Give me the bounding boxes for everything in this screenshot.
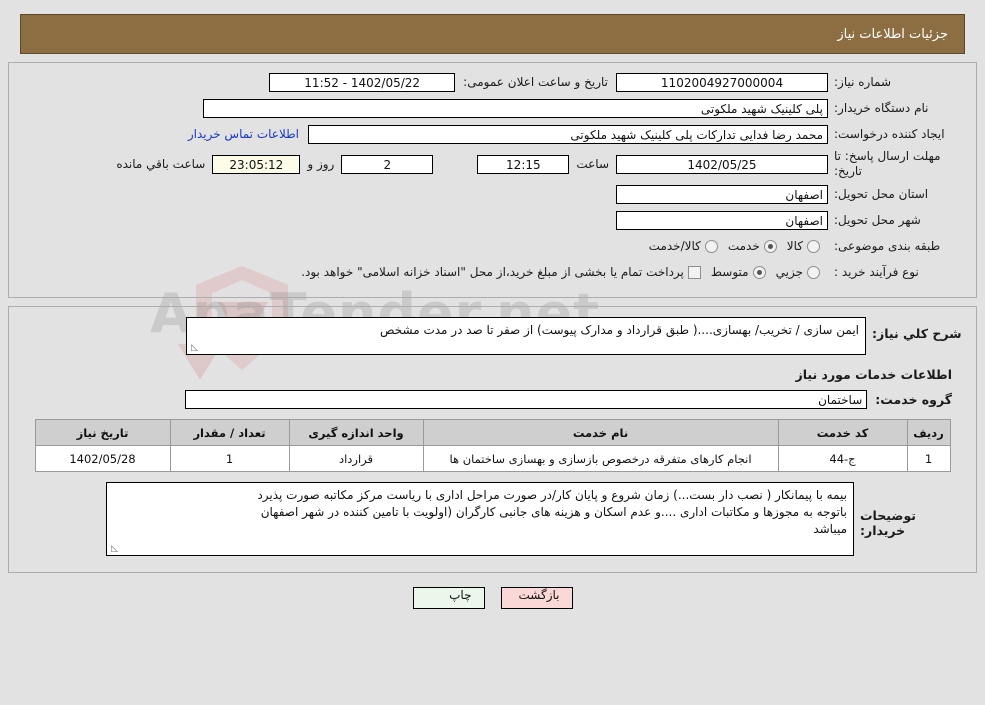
creator-field: محمد رضا فدایی تدارکات پلی کلینیک شهید م… xyxy=(308,124,828,144)
radio-classification-kala-khedmat-label: کالا/خدمت xyxy=(648,239,701,253)
row-deadline: مهلت ارسال پاسخ: تا تاریخ: 1402/05/25 سا… xyxy=(21,149,964,179)
row-process-type: نوع فرآیند خرید : جزیي متوسط پرداخت تمام… xyxy=(21,261,964,283)
public-announce-label: تاریخ و ساعت اعلان عمومی: xyxy=(463,75,608,89)
radio-process-jozi-label: جزیي xyxy=(775,265,803,279)
countdown-timer-field: 23:05:12 xyxy=(212,154,301,174)
cell-row-number: 1 xyxy=(906,445,951,472)
row-buyer-org: نام دستگاه خریدار: پلی کلینیک شهید ملکوت… xyxy=(21,97,964,119)
row-creator: ایجاد کننده درخواست: محمد رضا فدایی تدار… xyxy=(21,123,964,145)
row-city: شهر محل تحویل: اصفهان xyxy=(21,209,964,231)
city-label: شهر محل تحویل: xyxy=(834,213,921,227)
city-field: اصفهان xyxy=(616,210,828,230)
resize-grip-icon[interactable]: ◺ xyxy=(189,344,198,353)
remaining-days-unit-label: روز و xyxy=(307,157,335,171)
buyer-notes-line-3: میباشد xyxy=(813,522,847,536)
treasury-docs-checkbox[interactable] xyxy=(687,265,701,279)
service-group-field: ساختمان xyxy=(185,390,868,409)
radio-classification-khedmat[interactable] xyxy=(763,239,777,253)
radio-process-motevaset[interactable] xyxy=(752,265,766,279)
cell-quantity: 1 xyxy=(169,445,290,472)
treasury-docs-label: پرداخت تمام یا بخشی از مبلغ خرید،از محل … xyxy=(301,265,684,279)
th-service-code: کد خدمت xyxy=(777,419,908,446)
resize-grip-icon[interactable]: ◺ xyxy=(109,545,118,554)
general-description-text: ایمن سازی / تخریب/ بهسازی....( طبق قرارد… xyxy=(380,323,859,337)
remaining-days-field: 2 xyxy=(341,154,434,174)
th-need-date: تاریخ نیاز xyxy=(34,419,171,446)
deadline-time-field: 12:15 xyxy=(477,154,570,174)
deadline-date-field: 1402/05/25 xyxy=(616,154,828,174)
radio-classification-kala-label: کالا xyxy=(786,239,803,253)
general-description-label: شرح کلي نیاز: xyxy=(872,326,962,341)
remaining-hours-label: ساعت باقي مانده xyxy=(116,157,206,171)
classification-label: طبقه بندی موضوعی: xyxy=(834,239,941,253)
radio-classification-khedmat-label: خدمت xyxy=(727,239,760,253)
th-quantity: تعداد / مقدار xyxy=(169,419,290,446)
page-title: جزئیات اطلاعات نیاز xyxy=(837,26,948,42)
cell-service-code: ج-44 xyxy=(777,445,908,472)
cell-unit: قرارداد xyxy=(288,445,424,472)
radio-classification-kala[interactable] xyxy=(807,239,820,253)
need-number-label: شماره نیاز: xyxy=(834,75,891,89)
row-classification: طبقه بندی موضوعی: کالا خدمت کالا/خدمت xyxy=(21,235,964,257)
cell-service-name: انجام کارهای متفرقه درخصوص بازسازی و بهس… xyxy=(422,445,779,472)
buyer-contact-link[interactable]: اطلاعات تماس خریدار xyxy=(188,127,308,141)
deadline-time-label: ساعت xyxy=(576,157,609,171)
process-type-label: نوع فرآیند خرید : xyxy=(834,265,919,279)
buyer-org-field: پلی کلینیک شهید ملکوتی xyxy=(203,98,828,118)
table-header-row: ردیف کد خدمت نام خدمت واحد اندازه گیری ت… xyxy=(34,419,951,446)
cell-need-date: 1402/05/28 xyxy=(34,445,171,472)
row-need-number: شماره نیاز: 1102004927000004 تاریخ و ساع… xyxy=(21,71,964,93)
page-header-bar: جزئیات اطلاعات نیاز xyxy=(20,14,965,54)
buyer-notes-line-1: بیمه با پیمانکار ( نصب دار بست...) زمان … xyxy=(257,488,847,502)
th-unit: واحد اندازه گیری xyxy=(288,419,424,446)
deadline-label: مهلت ارسال پاسخ: تا تاریخ: xyxy=(834,149,941,178)
back-button[interactable]: بازگشت xyxy=(500,587,573,609)
services-section-title: اطلاعات خدمات مورد نیاز xyxy=(795,367,953,382)
province-label: استان محل تحویل: xyxy=(834,187,929,201)
print-button[interactable]: چاپ xyxy=(412,587,485,609)
footer-actions: بازگشت چاپ xyxy=(0,587,985,609)
row-service-group: گروه خدمت: ساختمان xyxy=(21,390,952,409)
buyer-org-label: نام دستگاه خریدار: xyxy=(834,101,929,115)
general-description-panel: شرح کلي نیاز: ایمن سازی / تخریب/ بهسازی.… xyxy=(8,306,977,573)
radio-classification-kala-khedmat[interactable] xyxy=(704,239,718,253)
public-announce-field: 1402/05/22 - 11:52 xyxy=(269,72,456,92)
need-number-field: 1102004927000004 xyxy=(616,72,828,92)
need-info-panel: شماره نیاز: 1102004927000004 تاریخ و ساع… xyxy=(8,62,977,298)
services-table: ردیف کد خدمت نام خدمت واحد اندازه گیری ت… xyxy=(34,419,951,472)
row-buyer-notes: توضیحات خریدار: بیمه با پیمانکار ( نصب د… xyxy=(21,482,952,556)
buyer-notes-label: توضیحات خریدار: xyxy=(860,508,916,538)
radio-process-jozi[interactable] xyxy=(807,265,820,279)
page-root: جزئیات اطلاعات نیاز شماره نیاز: 11020049… xyxy=(0,14,985,609)
th-service-name: نام خدمت xyxy=(422,419,779,446)
buyer-notes-line-2: باتوجه به مجوزها و مکاتبات اداری ....و ع… xyxy=(260,505,847,519)
th-row-number: ردیف xyxy=(906,419,951,446)
service-group-label: گروه خدمت: xyxy=(875,392,952,407)
buyer-notes-textarea[interactable]: بیمه با پیمانکار ( نصب دار بست...) زمان … xyxy=(106,482,854,556)
province-field: اصفهان xyxy=(616,184,828,204)
row-province: استان محل تحویل: اصفهان xyxy=(21,183,964,205)
creator-label: ایجاد کننده درخواست: xyxy=(834,127,945,141)
radio-process-motevaset-label: متوسط xyxy=(710,265,749,279)
row-general-description: شرح کلي نیاز: ایمن سازی / تخریب/ بهسازی.… xyxy=(21,317,964,355)
table-row: 1 ج-44 انجام کارهای متفرقه درخصوص بازساز… xyxy=(34,445,951,472)
general-description-textarea[interactable]: ایمن سازی / تخریب/ بهسازی....( طبق قرارد… xyxy=(186,317,866,355)
